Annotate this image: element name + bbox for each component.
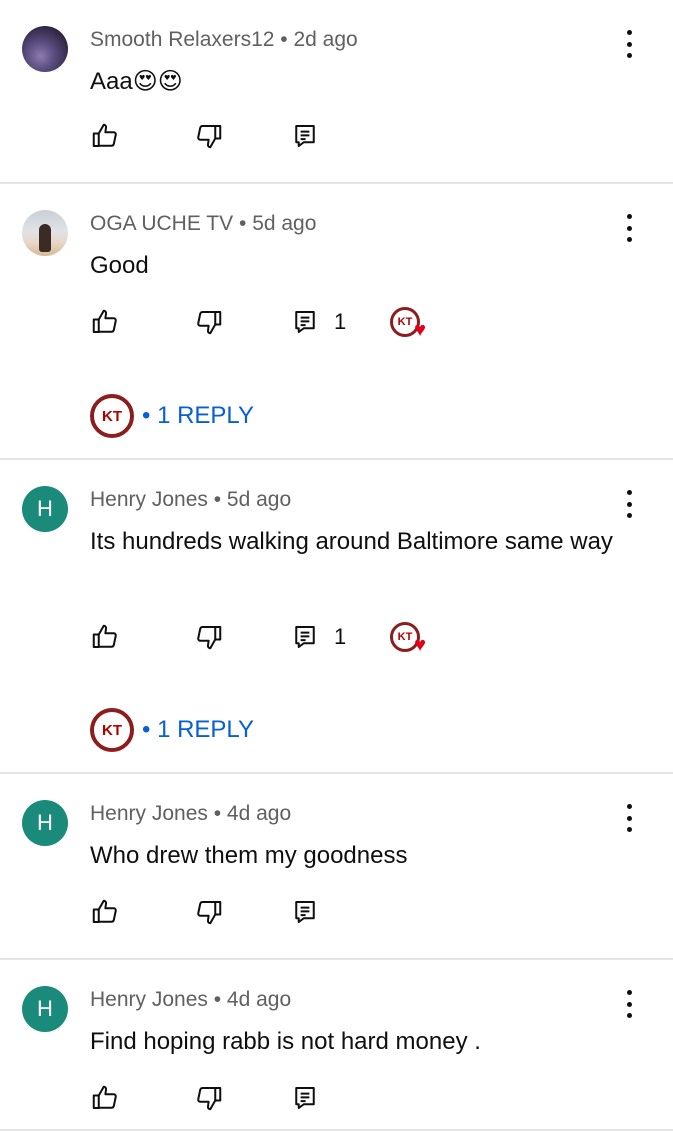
author-name[interactable]: OGA UCHE TV [90,212,233,235]
comment: H Henry Jones • 4d ago Who drew them my … [0,774,673,960]
heart-icon: ♥ [414,319,426,341]
creator-badge-text: KT [397,631,413,643]
thumbs-up-icon [92,899,117,923]
reply-button[interactable] [290,120,320,152]
comment-meta: Smooth Relaxers12 • 2d ago [90,28,358,52]
comment-meta: Henry Jones • 4d ago [90,802,291,826]
reply-button[interactable]: 1 [290,306,346,338]
comment-text: Good [90,252,149,279]
reply-author-avatar: KT [90,394,134,438]
comment: OGA UCHE TV • 5d ago Good 1 KT ♥ KT • 1 … [0,184,673,460]
heart-icon: ♥ [414,634,426,656]
author-name[interactable]: Henry Jones [90,988,208,1011]
comment-time: 4d ago [226,802,292,825]
creator-heart-icon: KT ♥ [390,307,426,340]
comment-meta: OGA UCHE TV • 5d ago [90,212,316,236]
like-button[interactable] [90,896,120,928]
comment-time: 5d ago [226,488,292,511]
thumbs-up-icon [92,309,117,333]
comment: H Henry Jones • 5d ago Its hundreds walk… [0,460,673,774]
thumbs-down-icon [197,311,222,335]
dislike-button[interactable] [194,1082,224,1114]
like-button[interactable] [90,621,120,653]
creator-heart: KT ♥ [390,306,426,340]
reply-count: 1 [334,309,347,334]
reply-button[interactable] [290,896,320,928]
dislike-button[interactable] [194,306,224,338]
thumbs-down-icon [197,1087,222,1111]
more-vertical-icon[interactable] [621,990,637,1018]
view-replies-button[interactable]: KT • 1 REPLY [90,708,254,752]
reply-icon [295,1087,315,1109]
reply-button[interactable]: 1 [290,621,346,653]
creator-badge-text: KT [397,316,413,328]
comment-text: Find hoping rabb is not hard money . [90,1028,481,1055]
thumbs-up-icon [92,123,117,147]
reply-icon [295,311,315,333]
avatar[interactable]: H [22,486,68,532]
avatar-letter: H [37,996,53,1021]
meta-separator: • [207,802,227,825]
thumbs-up-icon [92,624,117,648]
avatar[interactable]: H [22,800,68,846]
thumbs-up-icon [92,1085,117,1109]
more-vertical-icon[interactable] [621,804,637,832]
comment-text: Aaa😍😍 [90,68,183,95]
comment-actions [90,896,650,928]
meta-separator: • [207,988,227,1011]
comment-meta: Henry Jones • 4d ago [90,988,291,1012]
dislike-button[interactable] [194,120,224,152]
meta-separator: • [233,212,253,235]
author-name[interactable]: Henry Jones [90,802,208,825]
thumbs-down-icon [197,901,222,925]
author-name[interactable]: Henry Jones [90,488,208,511]
reply-icon [295,901,315,923]
dislike-button[interactable] [194,621,224,653]
avatar-letter: H [37,810,53,835]
dislike-button[interactable] [194,896,224,928]
reply-count: 1 [334,624,347,649]
comment-time: 2d ago [293,28,358,51]
comment: Smooth Relaxers12 • 2d ago Aaa😍😍 [0,0,673,184]
like-button[interactable] [90,1082,120,1114]
creator-heart-icon: KT ♥ [390,622,426,655]
comment-actions: 1 KT ♥ [90,621,650,655]
reply-avatar-text: KT [102,407,122,425]
reply-icon [295,125,315,147]
comment-actions: 1 KT ♥ [90,306,650,340]
avatar-letter: H [37,496,53,521]
thumbs-down-icon [197,626,222,650]
comment-actions [90,1082,650,1114]
comment-text: Who drew them my goodness [90,842,408,869]
reply-button[interactable] [290,1082,320,1114]
reply-icon [295,626,315,648]
avatar[interactable]: H [22,986,68,1032]
more-vertical-icon[interactable] [621,30,637,58]
like-button[interactable] [90,306,120,338]
comment-time: 5d ago [252,212,317,235]
comment-text: Its hundreds walking around Baltimore sa… [90,528,613,555]
author-name[interactable]: Smooth Relaxers12 [90,28,274,51]
like-button[interactable] [90,120,120,152]
more-vertical-icon[interactable] [621,490,637,518]
comment: H Henry Jones • 4d ago Find hoping rabb … [0,960,673,1131]
comment-time: 4d ago [226,988,292,1011]
more-vertical-icon[interactable] [621,214,637,242]
replies-link[interactable]: • 1 REPLY [142,402,254,430]
reply-avatar-text: KT [102,721,122,739]
meta-separator: • [274,28,294,51]
avatar[interactable] [22,26,68,72]
avatar[interactable] [22,210,68,256]
creator-heart: KT ♥ [390,621,426,655]
comment-actions [90,120,650,152]
view-replies-button[interactable]: KT • 1 REPLY [90,394,254,438]
replies-link[interactable]: • 1 REPLY [142,716,254,744]
reply-author-avatar: KT [90,708,134,752]
meta-separator: • [207,488,227,511]
comment-meta: Henry Jones • 5d ago [90,488,291,512]
thumbs-down-icon [197,125,222,149]
